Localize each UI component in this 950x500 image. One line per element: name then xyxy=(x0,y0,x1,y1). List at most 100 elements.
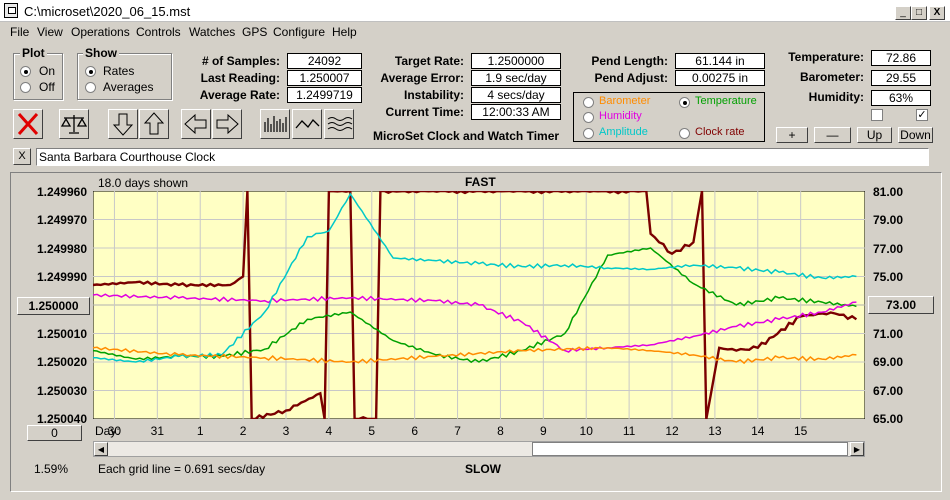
chart-plot-area xyxy=(93,191,865,419)
balance-scale-icon xyxy=(60,115,88,134)
day-tick-label: 1 xyxy=(196,424,204,438)
plot-group-title: Plot xyxy=(20,46,47,60)
menu-view[interactable]: View xyxy=(37,25,63,39)
pend-adjust-value: 0.00275 in xyxy=(675,70,765,86)
menu-bar: File View Operations Controls Watches GP… xyxy=(0,22,950,42)
right-arrow-button[interactable] xyxy=(212,109,242,139)
up-arrow-button[interactable] xyxy=(139,109,169,139)
clock-rate-option-label: Clock rate xyxy=(695,126,745,138)
right-tick: 75.00 xyxy=(873,270,904,284)
clear-clock-button[interactable]: X xyxy=(13,148,31,165)
close-button[interactable]: X xyxy=(929,6,945,20)
checkbox-2[interactable]: ✓ xyxy=(916,109,928,121)
pend-length-value: 61.144 in xyxy=(675,53,765,69)
humidity-option-label: Humidity xyxy=(599,110,642,122)
current-time-label: Current Time: xyxy=(385,105,464,119)
samples-label: # of Samples: xyxy=(201,54,280,68)
show-rates-radio[interactable] xyxy=(85,66,96,77)
day-tick-label: 5 xyxy=(368,424,376,438)
plot-off-label: Off xyxy=(39,80,55,94)
menu-watches[interactable]: Watches xyxy=(189,25,235,39)
stop-button[interactable] xyxy=(13,109,43,139)
minimize-button[interactable]: _ xyxy=(895,6,911,20)
down-button[interactable]: Down xyxy=(898,127,933,143)
slow-label: SLOW xyxy=(465,462,501,476)
barometer-value: 29.55 xyxy=(871,70,931,86)
menu-controls[interactable]: Controls xyxy=(136,25,181,39)
menu-configure[interactable]: Configure xyxy=(273,25,325,39)
checkbox-1[interactable] xyxy=(871,109,883,121)
right-tick: 77.00 xyxy=(873,242,904,256)
scroll-right-arrow[interactable]: ▶ xyxy=(850,442,864,456)
zero-button[interactable]: 0 xyxy=(27,425,82,441)
left-tick: 1.249960 xyxy=(36,185,87,199)
window-title: C:\microset\2020_06_15.mst xyxy=(24,4,191,19)
left-tick: 1.249990 xyxy=(36,270,87,284)
day-tick-label: 15 xyxy=(793,424,808,438)
show-group-title: Show xyxy=(83,46,119,60)
pend-adjust-label: Pend Adjust: xyxy=(594,71,668,85)
left-tick: 1.249980 xyxy=(36,242,87,256)
line-graph-icon xyxy=(295,118,320,129)
amplitude-radio[interactable] xyxy=(583,128,594,139)
bar-graph-button[interactable] xyxy=(260,109,290,139)
scroll-left-arrow[interactable]: ◀ xyxy=(94,442,108,456)
grid-note: Each grid line = 0.691 secs/day xyxy=(98,462,266,476)
right-center-button[interactable]: 73.00 xyxy=(868,296,934,314)
instability-value: 4 secs/day xyxy=(471,87,561,103)
maximize-button[interactable]: □ xyxy=(911,6,927,20)
barometer-radio[interactable] xyxy=(583,97,594,108)
clock-name-field[interactable]: Santa Barbara Courthouse Clock xyxy=(36,148,929,166)
amplitude-option-label: Amplitude xyxy=(599,126,648,138)
left-arrow-button[interactable] xyxy=(181,109,211,139)
plot-off-radio[interactable] xyxy=(20,82,31,93)
scroll-thumb[interactable] xyxy=(532,442,848,456)
show-rates-label: Rates xyxy=(103,64,135,78)
day-tick-label: 12 xyxy=(665,424,679,438)
day-tick-label: 8 xyxy=(497,424,504,438)
balance-button[interactable] xyxy=(59,109,89,139)
down-arrow-icon xyxy=(112,113,134,136)
right-arrow-icon xyxy=(216,113,239,135)
humidity-radio[interactable] xyxy=(583,112,594,123)
current-time-value: 12:00:33 AM xyxy=(471,104,561,120)
wave-graph-button[interactable] xyxy=(324,109,354,139)
percent-label: 1.59% xyxy=(34,462,69,476)
average-rate-label: Average Rate: xyxy=(199,88,280,102)
day-tick-label: 6 xyxy=(411,424,418,438)
left-tick: 1.250040 xyxy=(36,412,87,426)
samples-value: 24092 xyxy=(287,53,362,69)
pend-length-label: Pend Length: xyxy=(591,54,668,68)
clock-rate-radio[interactable] xyxy=(679,128,690,139)
show-averages-label: Averages xyxy=(103,80,154,94)
right-tick: 67.00 xyxy=(873,384,904,398)
day-tick-label: 2 xyxy=(239,424,247,438)
target-rate-value: 1.2500000 xyxy=(471,53,561,69)
bar-graph-icon xyxy=(264,116,287,132)
show-averages-radio[interactable] xyxy=(85,82,96,93)
day-tick-label: 11 xyxy=(622,424,636,438)
plot-on-radio[interactable] xyxy=(20,66,31,77)
temperature-label: Temperature: xyxy=(788,50,864,64)
left-center-button[interactable]: 1.250000 xyxy=(17,297,90,315)
right-tick: 69.00 xyxy=(873,355,904,369)
day-tick-label: 4 xyxy=(325,424,333,438)
right-tick: 79.00 xyxy=(873,213,904,227)
last-reading-value: 1.250007 xyxy=(287,70,362,86)
menu-help[interactable]: Help xyxy=(332,25,357,39)
up-button[interactable]: Up xyxy=(857,127,892,143)
menu-operations[interactable]: Operations xyxy=(71,25,130,39)
plus-button[interactable]: + xyxy=(776,127,808,143)
minus-button[interactable]: — xyxy=(814,127,851,143)
temperature-radio[interactable] xyxy=(679,97,690,108)
right-tick: 81.00 xyxy=(873,185,904,199)
app-icon xyxy=(4,3,18,18)
horizontal-scrollbar[interactable]: ◀ ▶ xyxy=(93,441,865,457)
line-graph-button[interactable] xyxy=(292,109,322,139)
temperature-value: 72.86 xyxy=(871,50,931,66)
menu-file[interactable]: File xyxy=(10,25,29,39)
down-arrow-button[interactable] xyxy=(108,109,138,139)
right-tick: 71.00 xyxy=(873,327,904,341)
menu-gps[interactable]: GPS xyxy=(242,25,267,39)
fast-label: FAST xyxy=(465,175,496,189)
